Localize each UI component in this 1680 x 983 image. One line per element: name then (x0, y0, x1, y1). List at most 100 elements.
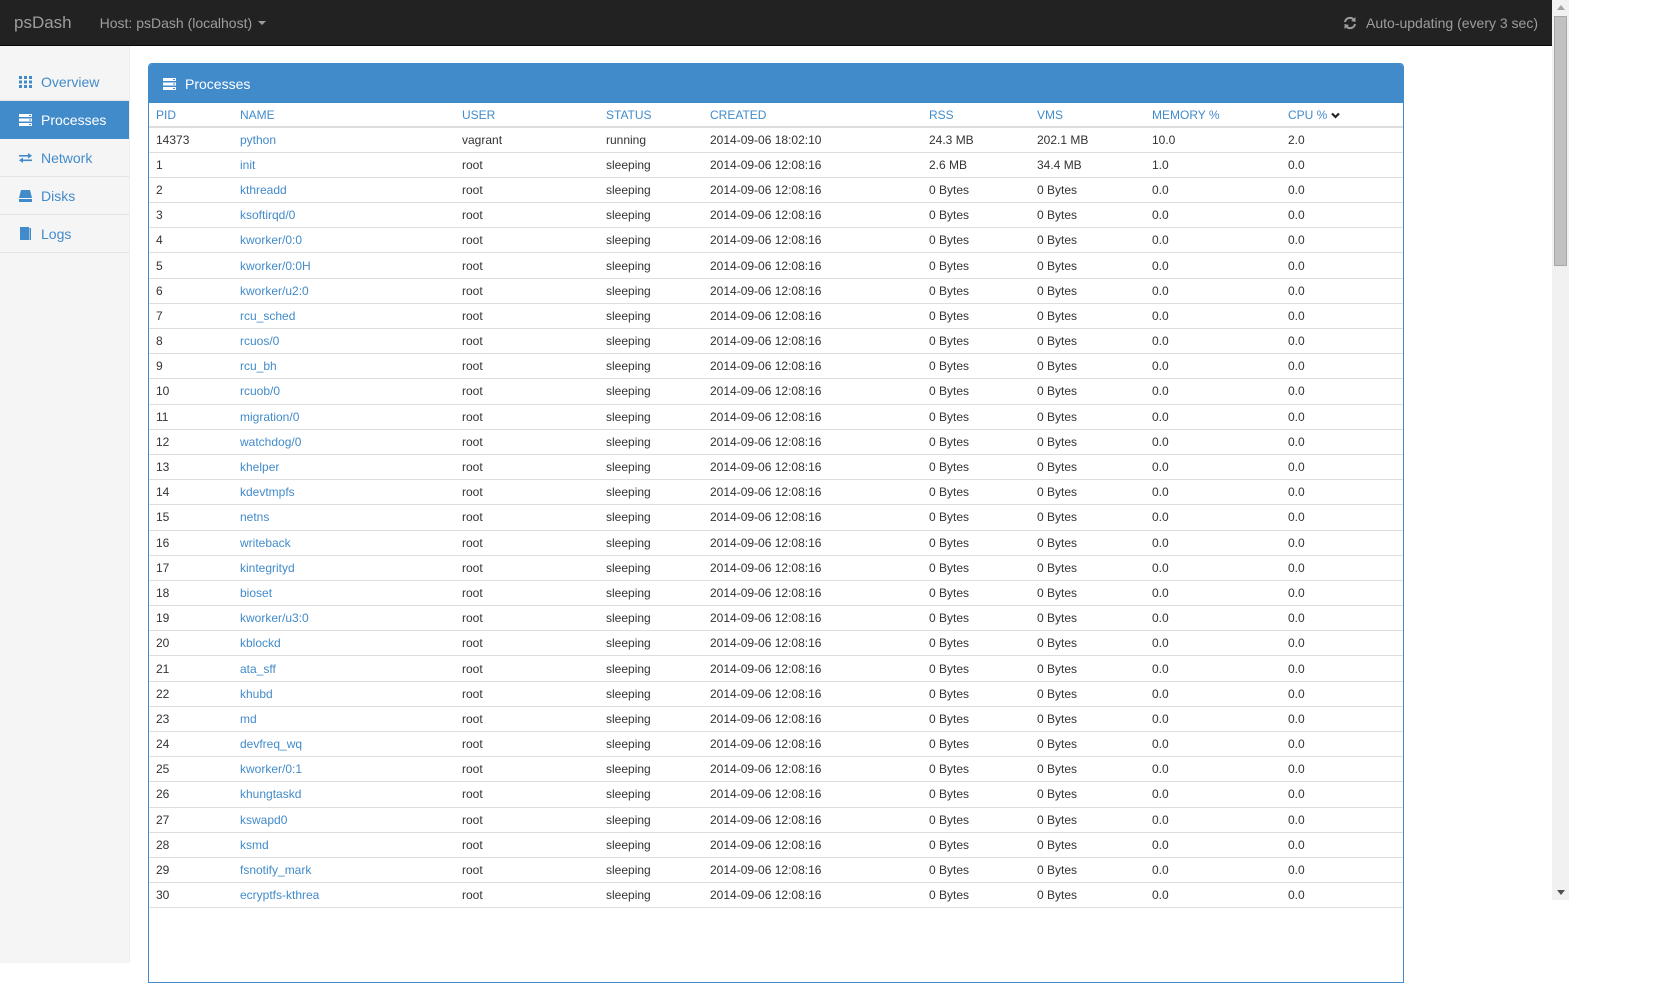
cell-memory-percent: 0.0 (1145, 353, 1281, 380)
column-header-name[interactable]: NAME (233, 103, 455, 128)
process-name-link[interactable]: ecryptfs-kthrea (233, 882, 455, 909)
column-header-user[interactable]: USER (455, 103, 599, 128)
process-name-link[interactable]: kdevtmpfs (233, 479, 455, 506)
cell-vms: 0 Bytes (1030, 177, 1145, 204)
process-name-link[interactable]: bioset (233, 580, 455, 607)
page-scrollbar[interactable] (1552, 0, 1569, 900)
sidebar-item-label: Network (41, 149, 93, 166)
process-name-link[interactable]: rcuos/0 (233, 328, 455, 355)
cell-pid: 5 (149, 252, 233, 279)
cell-vms: 0 Bytes (1030, 655, 1145, 682)
sidebar-item-processes[interactable]: Processes (0, 101, 129, 139)
cell-vms: 0 Bytes (1030, 454, 1145, 481)
table-row: 15 netns root sleeping 2014-09-06 12:08:16 0 … (149, 504, 1403, 531)
process-name-link[interactable]: kworker/0:0H (233, 252, 455, 279)
table-body: 14373 python vagrant running 2014-09-06 18:0… (149, 127, 1403, 909)
process-name-link[interactable]: python (233, 127, 455, 153)
processes-panel: Processes PID NAME USER STATUS CREATED RSS VMS… (148, 63, 1404, 983)
cell-user: root (455, 832, 599, 858)
process-name-link[interactable]: migration/0 (233, 404, 455, 430)
process-name-link[interactable]: kthreadd (233, 177, 455, 204)
cell-pid: 26 (149, 781, 233, 808)
cell-cpu-percent: 2.0 (1281, 127, 1403, 153)
process-name-link[interactable]: fsnotify_mark (233, 857, 455, 884)
column-header-memory[interactable]: MEMORY % (1145, 103, 1281, 128)
cell-rss: 24.3 MB (922, 127, 1030, 153)
column-header-vms[interactable]: VMS (1030, 103, 1145, 128)
cell-cpu-percent: 0.0 (1281, 781, 1403, 808)
process-name-link[interactable]: rcu_bh (233, 353, 455, 380)
process-name-link[interactable]: ksoftirqd/0 (233, 202, 455, 229)
cell-pid: 22 (149, 681, 233, 707)
process-name-link[interactable]: ksmd (233, 832, 455, 858)
cell-status: sleeping (599, 655, 703, 682)
cell-vms: 0 Bytes (1030, 580, 1145, 607)
process-name-link[interactable]: rcuob/0 (233, 378, 455, 405)
process-name-link[interactable]: kworker/u2:0 (233, 278, 455, 304)
process-name-link[interactable]: netns (233, 504, 455, 531)
process-name-link[interactable]: kswapd0 (233, 807, 455, 833)
scroll-down-arrow-icon[interactable] (1552, 885, 1569, 900)
cell-pid: 14373 (149, 127, 233, 153)
process-name-link[interactable]: devfreq_wq (233, 731, 455, 758)
scroll-up-arrow-icon[interactable] (1552, 0, 1569, 15)
process-name-link[interactable]: khelper (233, 454, 455, 481)
cell-memory-percent: 0.0 (1145, 781, 1281, 808)
cell-memory-percent: 10.0 (1145, 127, 1281, 153)
brand-logo[interactable]: psDash (14, 13, 72, 33)
sidebar-item-disks[interactable]: Disks (0, 177, 129, 215)
process-name-link[interactable]: watchdog/0 (233, 429, 455, 455)
cell-pid: 10 (149, 378, 233, 405)
process-name-link[interactable]: init (233, 152, 455, 178)
cell-memory-percent: 0.0 (1145, 454, 1281, 481)
process-name-link[interactable]: writeback (233, 530, 455, 556)
sidebar-item-logs[interactable]: Logs (0, 215, 129, 253)
process-name-link[interactable]: khubd (233, 681, 455, 707)
cell-user: root (455, 781, 599, 808)
cell-rss: 0 Bytes (922, 177, 1030, 204)
column-header-cpu[interactable]: CPU % (1281, 103, 1403, 128)
cell-memory-percent: 0.0 (1145, 227, 1281, 254)
sidebar-item-network[interactable]: Network (0, 139, 129, 177)
cell-user: root (455, 655, 599, 682)
process-name-link[interactable]: md (233, 706, 455, 733)
cell-memory-percent: 0.0 (1145, 555, 1281, 581)
table-row: 2 kthreadd root sleeping 2014-09-06 12:08:16… (149, 177, 1403, 204)
column-header-pid[interactable]: PID (149, 103, 233, 128)
cell-cpu-percent: 0.0 (1281, 882, 1403, 909)
cell-cpu-percent: 0.0 (1281, 605, 1403, 632)
column-header-created[interactable]: CREATED (703, 103, 922, 128)
process-name-link[interactable]: kworker/u3:0 (233, 605, 455, 632)
cell-created: 2014-09-06 12:08:16 (703, 303, 922, 330)
cell-status: sleeping (599, 429, 703, 455)
process-name-link[interactable]: khungtaskd (233, 781, 455, 808)
cell-rss: 0 Bytes (922, 378, 1030, 405)
cell-cpu-percent: 0.0 (1281, 404, 1403, 430)
cell-user: root (455, 605, 599, 632)
process-name-link[interactable]: kintegrityd (233, 555, 455, 581)
cell-memory-percent: 0.0 (1145, 580, 1281, 607)
column-header-status[interactable]: STATUS (599, 103, 703, 128)
cell-memory-percent: 0.0 (1145, 681, 1281, 707)
grid-icon (18, 75, 32, 89)
table-row: 12 watchdog/0 root sleeping 2014-09-06 12:08… (149, 429, 1403, 455)
cell-cpu-percent: 0.0 (1281, 303, 1403, 330)
cell-status: sleeping (599, 530, 703, 556)
column-header-label: RSS (929, 107, 954, 122)
host-dropdown[interactable]: Host: psDash (localhost) (100, 15, 267, 31)
cell-status: sleeping (599, 479, 703, 506)
scrollbar-thumb[interactable] (1554, 16, 1567, 266)
process-name-link[interactable]: kblockd (233, 630, 455, 657)
process-name-link[interactable]: ata_sff (233, 655, 455, 682)
process-name-link[interactable]: rcu_sched (233, 303, 455, 330)
process-name-link[interactable]: kworker/0:0 (233, 227, 455, 254)
process-name-link[interactable]: kworker/0:1 (233, 756, 455, 783)
column-header-label: PID (156, 107, 177, 122)
cell-pid: 7 (149, 303, 233, 330)
cell-status: sleeping (599, 278, 703, 304)
cell-rss: 0 Bytes (922, 555, 1030, 581)
sidebar-item-overview[interactable]: Overview (0, 63, 129, 101)
host-label: Host: psDash (localhost) (99, 14, 253, 31)
cell-user: root (455, 681, 599, 707)
column-header-rss[interactable]: RSS (922, 103, 1030, 128)
